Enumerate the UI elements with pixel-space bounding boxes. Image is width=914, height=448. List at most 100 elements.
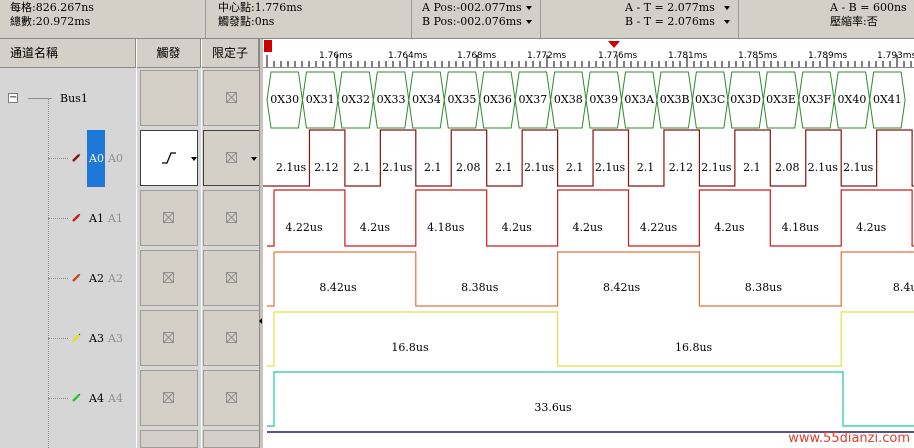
rising-edge-icon xyxy=(162,152,176,164)
disabled-x-icon xyxy=(226,92,237,103)
channel-a4-name[interactable]: A4 xyxy=(89,392,104,405)
b-pos-dropdown-icon[interactable] xyxy=(526,20,532,24)
sample-rate-text: 每格:826.267ns xyxy=(10,1,94,14)
probe-a2-icon xyxy=(72,273,81,282)
a1-pulse-label: 4.18us xyxy=(781,221,819,234)
a0-pulse-label: 2.1 xyxy=(636,161,655,174)
a0-pulse-label: 2.12 xyxy=(314,161,339,174)
bus-qualifier-cell[interactable] xyxy=(203,70,261,126)
tick-label: 1.785ms xyxy=(738,51,778,61)
tick-label: 1.789ms xyxy=(808,51,848,61)
bus-value-label: 0X30 xyxy=(270,93,300,106)
total-length-text: 總數:20.972ms xyxy=(10,15,91,28)
a0-pulse-label: 2.1us xyxy=(524,161,555,174)
a0-pulse-label: 2.1 xyxy=(494,161,513,174)
a2-pulse-label: 8.38us xyxy=(744,281,783,294)
channel-a0-alias: A0 xyxy=(108,152,123,165)
center-point-text: 中心點:1.776ms xyxy=(218,1,303,14)
cursor-b-pos-text: B Pos:-002.076ms xyxy=(422,15,522,28)
a1-qualifier-cell[interactable] xyxy=(203,190,261,246)
a-minus-b-text: A - B = 600ns xyxy=(830,1,907,14)
bus-value-label: 0X40 xyxy=(837,93,867,106)
disabled-x-icon xyxy=(226,212,237,223)
disabled-x-icon xyxy=(163,332,174,343)
bus-collapse-toggle[interactable]: − xyxy=(8,93,18,103)
trigger-marker-icon[interactable] xyxy=(608,41,620,48)
tick-label: 1.764ms xyxy=(388,51,428,61)
bus-value-label: 0X32 xyxy=(341,93,371,106)
tree-connector xyxy=(48,278,68,280)
a3-pulse-label: 16.8us xyxy=(391,341,429,354)
bus-name[interactable]: Bus1 xyxy=(60,92,88,105)
time-ruler[interactable]: 1.76ms 1.764ms 1.768ms 1.772ms 1.776ms 1… xyxy=(263,39,914,68)
tick-label: 1.781ms xyxy=(668,51,708,61)
a2-pulse-label: 8.42us xyxy=(602,281,641,294)
a0-pulse-label: 2.1 xyxy=(353,161,371,174)
a0-qualifier-cell[interactable] xyxy=(203,130,261,186)
tree-connector xyxy=(48,218,68,220)
a2-trigger-cell[interactable] xyxy=(140,250,198,306)
a1-pulse-label: 4.2us xyxy=(501,221,532,234)
channel-a3-name[interactable]: A3 xyxy=(89,332,104,345)
a0-pulse-label: 2.1 xyxy=(565,161,584,174)
tree-connector xyxy=(48,158,68,160)
qualifier-header[interactable]: 限定子 xyxy=(202,39,259,68)
a1-trigger-cell[interactable] xyxy=(140,190,198,246)
a2-qualifier-cell[interactable] xyxy=(203,250,261,306)
collapse-left-icon[interactable] xyxy=(259,318,262,324)
tree-line xyxy=(48,98,50,448)
a3-qualifier-cell[interactable] xyxy=(203,310,261,366)
a3-pulse-label: 16.8us xyxy=(674,341,713,354)
tree-connector xyxy=(48,398,68,400)
b-minus-t-text: B - T = 2.076ms xyxy=(625,15,715,28)
a0-pulse-label: 2.08 xyxy=(456,161,481,174)
a4-qualifier-cell[interactable] xyxy=(203,370,261,426)
tick-label: 1.776ms xyxy=(598,51,638,61)
a0-pulse-label: 2.1 xyxy=(424,161,442,174)
a5-trigger-cell[interactable] xyxy=(140,430,198,448)
a-minus-t-text: A - T = 2.077ms xyxy=(625,1,715,14)
compress-ratio-text: 壓縮率:否 xyxy=(830,15,878,28)
channel-a1-name[interactable]: A1 xyxy=(89,212,104,225)
disabled-x-icon xyxy=(163,392,174,403)
start-marker-icon[interactable] xyxy=(264,40,272,52)
trigger-header-label: 觸發 xyxy=(156,46,181,60)
disabled-x-icon xyxy=(226,392,237,403)
channel-a1-alias: A1 xyxy=(108,212,123,225)
collapse-glyph: − xyxy=(9,92,18,103)
a5-qualifier-cell[interactable] xyxy=(203,430,261,448)
bus-value-label: 0X34 xyxy=(412,93,441,106)
a0-pulse-label: 2.1us xyxy=(275,161,307,174)
channel-name-header[interactable]: 通道名稱 xyxy=(0,39,136,68)
a0-pulse-label: 2.1 xyxy=(743,161,761,174)
a0-pulse-label: 2.1us xyxy=(701,161,732,174)
a0-pulse-label: 2.1us xyxy=(382,161,413,174)
a3-trigger-cell[interactable] xyxy=(140,310,198,366)
a0-pulse-label: 2.1us xyxy=(807,161,838,174)
bus-value-label: 0X3C xyxy=(695,93,726,106)
waveform-area[interactable]: 0X30 0X31 0X32 0X33 0X34 0X35 0X36 0X37 0X38 0X39… xyxy=(263,68,914,448)
tree-connector xyxy=(28,98,52,99)
b-t-dropdown-icon[interactable] xyxy=(724,20,730,24)
a4-trigger-cell[interactable] xyxy=(140,370,198,426)
bus-value-label: 0X3F xyxy=(801,93,832,106)
channel-a2-alias: A2 xyxy=(108,272,123,285)
a4-pulse-label: 33.6us xyxy=(534,401,572,414)
a0-pulse-label: 2.08 xyxy=(775,161,800,174)
bus-value-label: 0X33 xyxy=(376,93,406,106)
trigger-dropdown-icon[interactable] xyxy=(191,157,197,161)
channel-a2-name[interactable]: A2 xyxy=(89,272,104,285)
trigger-header[interactable]: 觸發 xyxy=(137,39,201,68)
a2-pulse-label: 8.42us xyxy=(319,281,357,294)
divider xyxy=(540,0,541,38)
a1-pulse-label: 4.18us xyxy=(427,221,465,234)
tick-label: 1.768ms xyxy=(457,51,497,61)
tick-label: 1.793ms xyxy=(877,51,914,61)
a-pos-dropdown-icon[interactable] xyxy=(526,6,532,10)
bus-trigger-cell xyxy=(140,70,198,126)
qualifier-dropdown-icon[interactable] xyxy=(251,157,257,161)
a-t-dropdown-icon[interactable] xyxy=(724,6,730,10)
a1-pulse-label: 4.22us xyxy=(285,221,323,234)
qualifier-header-label: 限定子 xyxy=(211,46,248,60)
a0-trigger-rising-edge[interactable] xyxy=(140,130,198,186)
